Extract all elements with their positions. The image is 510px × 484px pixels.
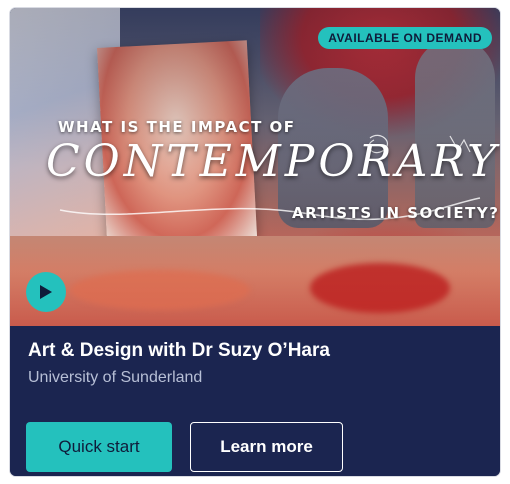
hero-title-overlay: WHAT IS THE IMPACT OF CONTEMPORARY ARTIS… bbox=[10, 8, 500, 326]
hero-title-line3: ARTISTS IN SOCIETY? bbox=[292, 204, 500, 222]
course-institution: University of Sunderland bbox=[28, 369, 203, 386]
hero-title-line1: WHAT IS THE IMPACT OF bbox=[58, 118, 296, 136]
play-video-button[interactable] bbox=[26, 272, 66, 312]
learn-more-button[interactable]: Learn more bbox=[190, 422, 343, 472]
quick-start-button[interactable]: Quick start bbox=[26, 422, 172, 472]
availability-badge: AVAILABLE ON DEMAND bbox=[318, 27, 492, 49]
hero-title-main: CONTEMPORARY bbox=[46, 136, 500, 187]
course-card: WHAT IS THE IMPACT OF CONTEMPORARY ARTIS… bbox=[10, 8, 500, 476]
play-icon bbox=[40, 285, 52, 299]
course-info: Art & Design with Dr Suzy O’Hara Univers… bbox=[10, 326, 500, 476]
course-hero-image[interactable]: WHAT IS THE IMPACT OF CONTEMPORARY ARTIS… bbox=[10, 8, 500, 326]
course-title[interactable]: Art & Design with Dr Suzy O’Hara bbox=[28, 340, 330, 362]
